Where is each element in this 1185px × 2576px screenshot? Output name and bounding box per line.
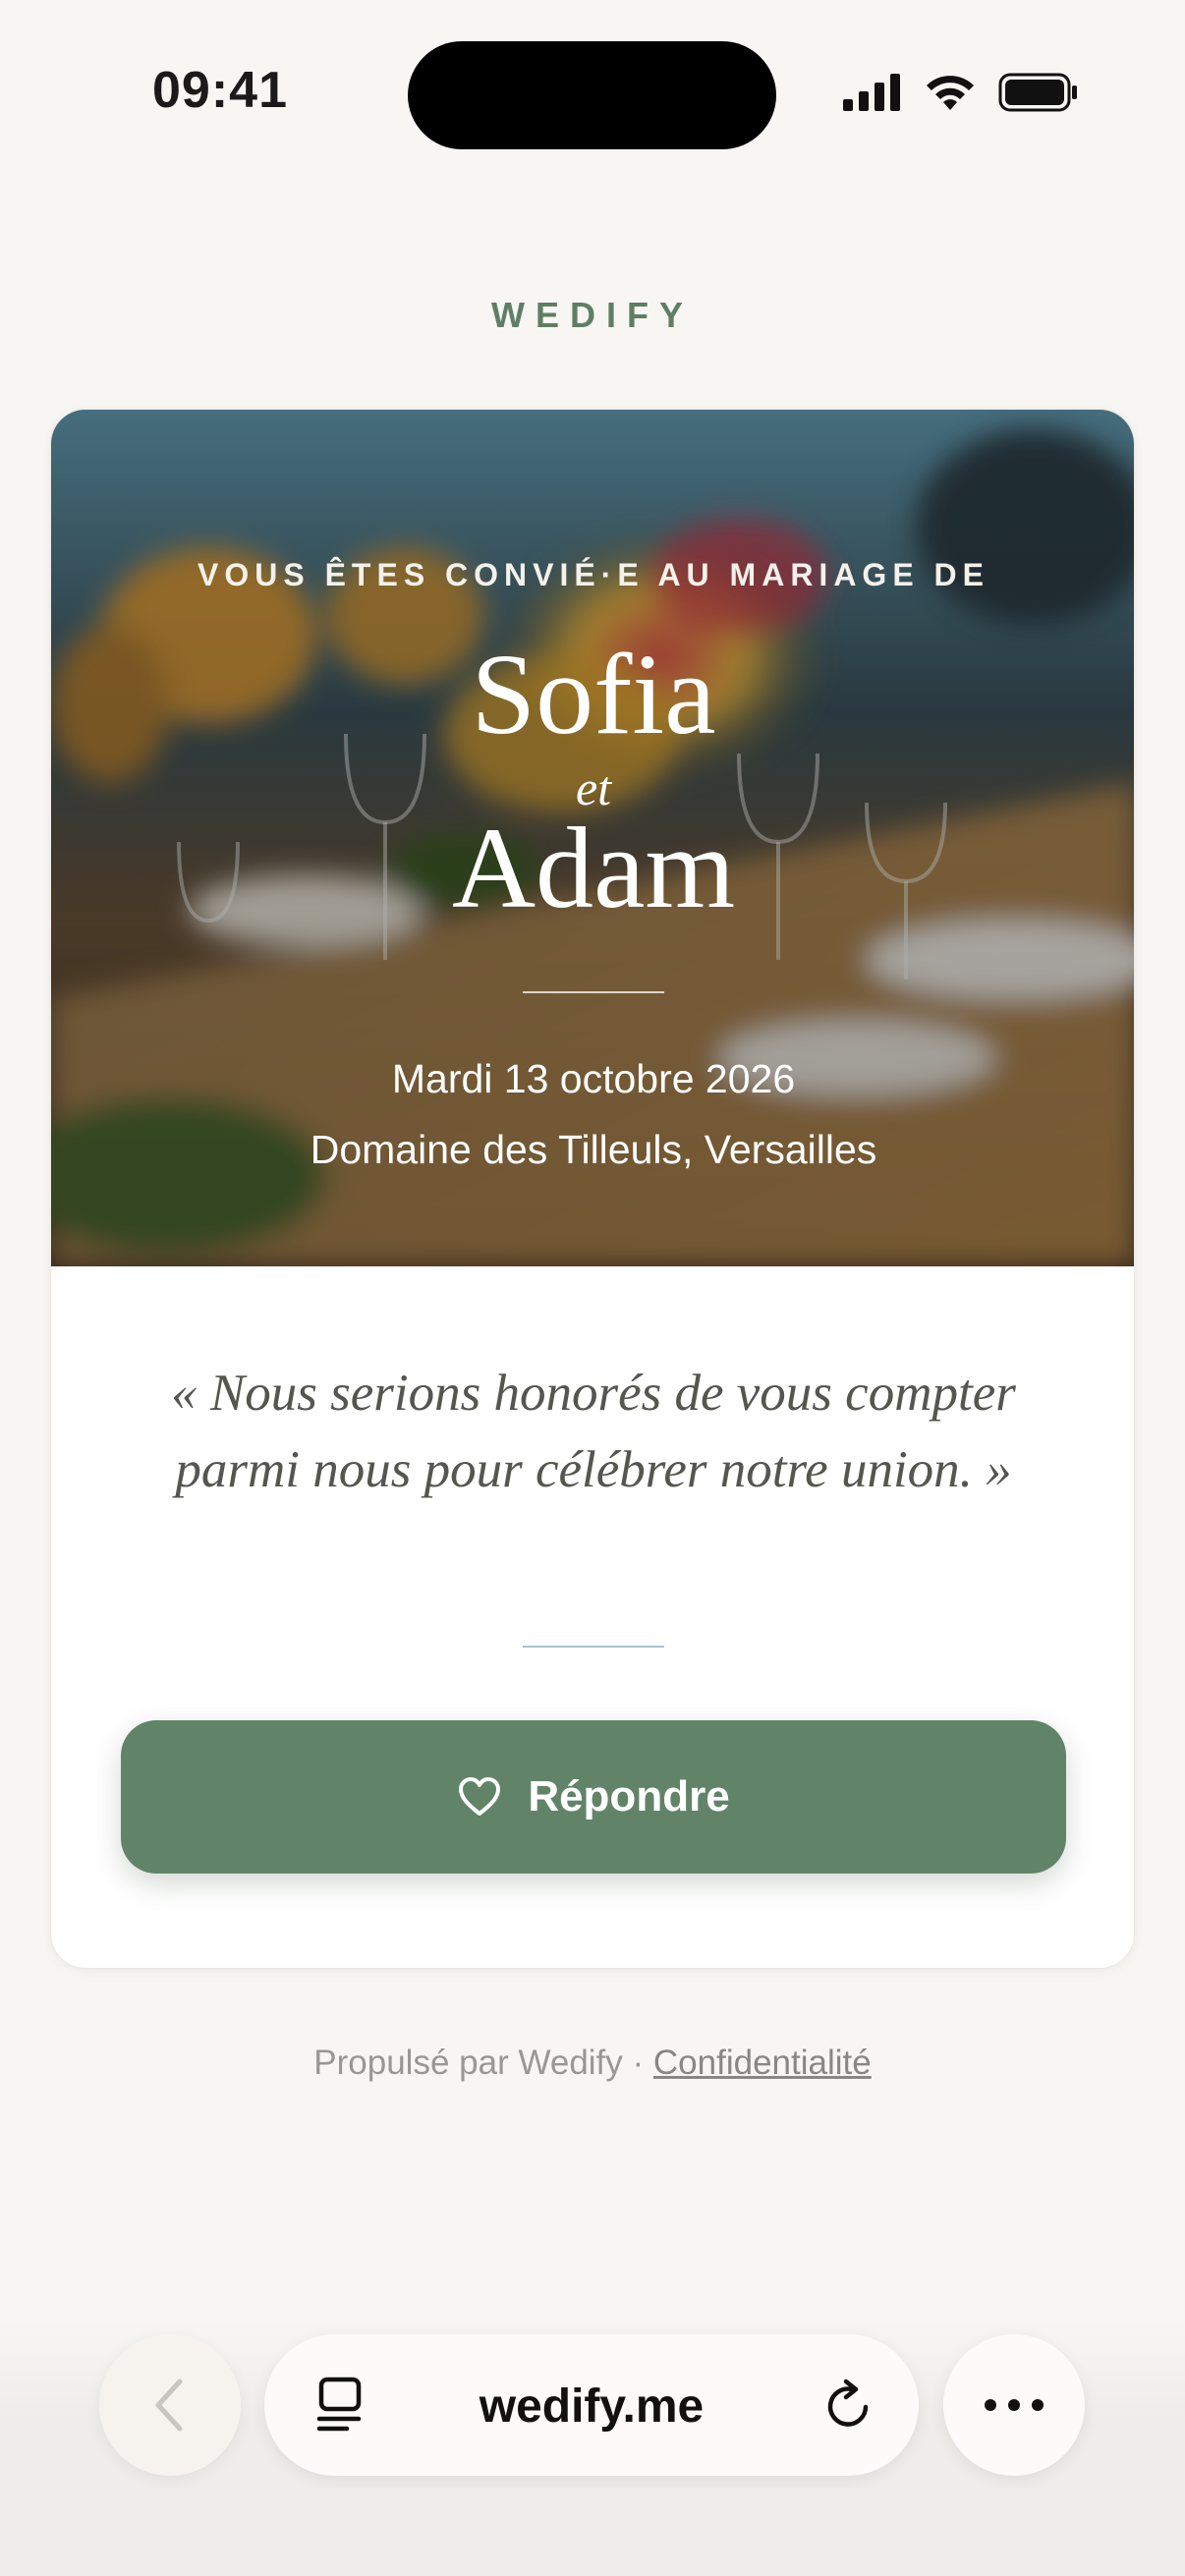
invitation-quote: « Nous serions honorés de vous compter p… — [171, 1365, 1016, 1498]
reload-icon[interactable] — [822, 2378, 875, 2433]
respond-button-label: Répondre — [528, 1772, 730, 1820]
invitation-card: VOUS ÊTES CONVIÉ·E AU MARIAGE DE Sofia e… — [50, 409, 1135, 1969]
chevron-left-icon — [155, 2379, 183, 2432]
ellipsis-icon — [985, 2399, 1044, 2411]
brand-wordmark: WEDIFY — [491, 295, 694, 335]
privacy-link[interactable]: Confidentialité — [653, 2044, 872, 2082]
wedding-date: Mardi 13 octobre 2026 — [391, 1056, 796, 1101]
more-options-button[interactable] — [943, 2334, 1085, 2476]
invitation-kicker: VOUS ÊTES CONVIÉ·E AU MARIAGE DE — [198, 557, 989, 592]
address-bar[interactable]: wedify.me — [264, 2334, 919, 2476]
dynamic-island — [408, 41, 776, 149]
quote-divider — [523, 1646, 664, 1648]
url-text: wedify.me — [479, 2380, 705, 2433]
hero-image: VOUS ÊTES CONVIÉ·E AU MARIAGE DE Sofia e… — [51, 410, 1134, 1266]
status-time: 09:41 — [152, 62, 288, 119]
powered-by-text: Propulsé par Wedify · — [313, 2044, 645, 2082]
partner-2-name: Adam — [451, 804, 736, 932]
wedding-venue: Domaine des Tilleuls, Versailles — [310, 1127, 877, 1172]
heart-icon — [459, 1777, 501, 1816]
respond-button[interactable]: Répondre — [121, 1720, 1066, 1874]
hero-text: VOUS ÊTES CONVIÉ·E AU MARIAGE DE Sofia e… — [51, 410, 1134, 1266]
status-bar: 09:41 — [0, 0, 1185, 187]
wifi-icon — [927, 76, 974, 110]
footer: Propulsé par Wedify · Confidentialité — [0, 2044, 1185, 2083]
partner-1-name: Sofia — [471, 630, 716, 758]
back-button[interactable] — [99, 2334, 241, 2476]
hero-divider — [523, 991, 664, 993]
battery-icon — [998, 73, 1077, 112]
cellular-signal-icon — [843, 74, 900, 111]
status-icons — [843, 73, 1079, 112]
